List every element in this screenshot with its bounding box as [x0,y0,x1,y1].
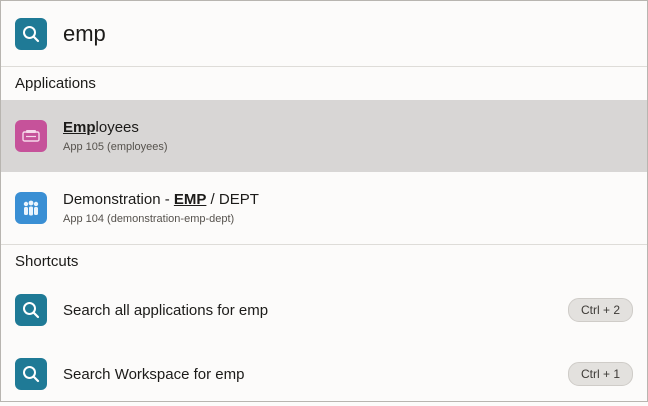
applications-header: Applications [15,75,96,92]
search-icon[interactable] [15,17,47,50]
search-dialog: Applications Employees App 105 (employee… [0,0,648,402]
keyboard-shortcut-badge: Ctrl + 2 [567,298,633,322]
app-employees-subtitle: App 105 (employees) [63,141,168,153]
app-employees-icon [15,120,47,152]
app-people-icon [15,192,47,224]
app-result-employees[interactable]: Employees App 105 (employees) [1,100,647,172]
search-bar [1,1,647,67]
keyboard-shortcut-badge: Ctrl + 1 [567,362,633,386]
shortcut-search-workspace[interactable]: Search Workspace for emp Ctrl + 1 [1,342,647,406]
search-icon [15,294,47,326]
search-icon [15,358,47,390]
app-demonstration-title: Demonstration - EMP / DEPT [63,191,259,208]
app-result-demonstration[interactable]: Demonstration - EMP / DEPT App 104 (demo… [1,172,647,244]
shortcut-search-applications[interactable]: Search all applications for emp Ctrl + 2 [1,278,647,342]
search-input[interactable] [63,20,583,47]
shortcut-label: Search all applications for emp [63,301,269,319]
app-demonstration-subtitle: App 104 (demonstration-emp-dept) [63,213,235,225]
app-employees-title: Employees [63,119,139,136]
shortcuts-header: Shortcuts [15,253,79,270]
shortcut-label: Search Workspace for emp [63,365,245,383]
